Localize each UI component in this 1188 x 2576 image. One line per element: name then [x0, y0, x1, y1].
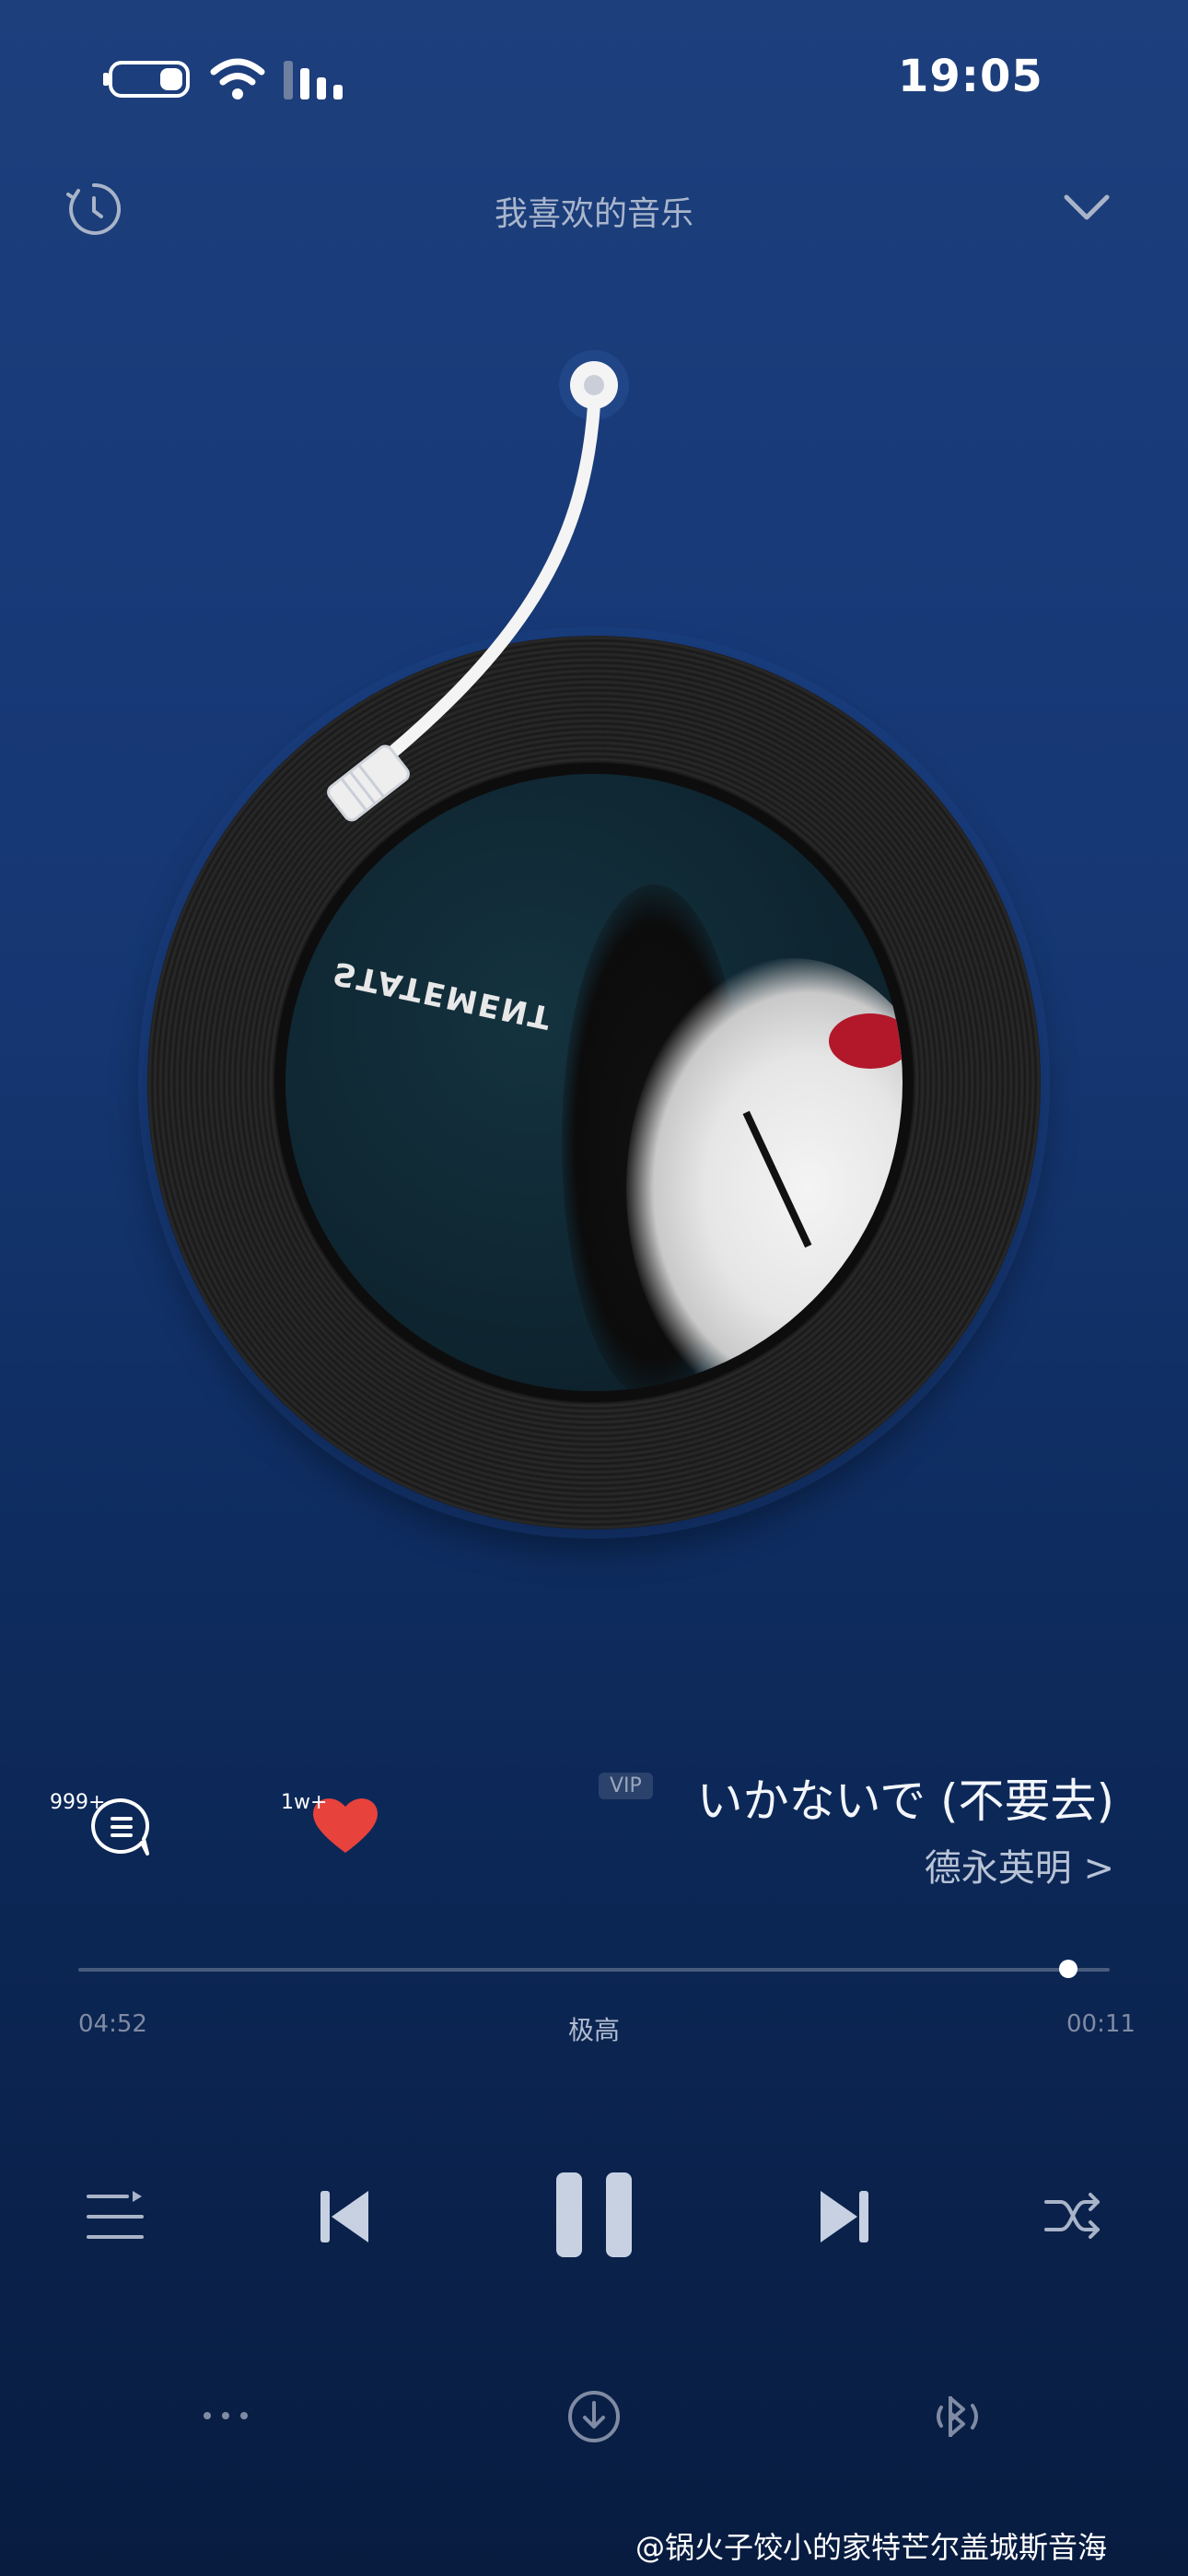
song-title: いかないで (不要去)	[696, 1774, 1114, 1828]
comments-count: 999+	[50, 1791, 106, 1814]
album-cover[interactable]: STATEMENT	[285, 774, 903, 1391]
download-icon[interactable]	[565, 2388, 623, 2445]
next-icon[interactable]	[815, 2185, 874, 2248]
more-icon[interactable]	[198, 2406, 253, 2425]
playlist-icon[interactable]	[83, 2187, 147, 2246]
wifi-icon	[210, 58, 265, 100]
progress-track[interactable]	[78, 1968, 1110, 1972]
chevron-down-icon[interactable]	[1059, 184, 1114, 230]
tonearm[interactable]	[304, 332, 635, 848]
pause-icon[interactable]	[551, 2167, 637, 2263]
status-time: 19:05	[898, 51, 1043, 102]
previous-icon[interactable]	[315, 2185, 374, 2248]
progress-knob[interactable]	[1059, 1960, 1077, 1978]
artist-link[interactable]: 德永英明 >	[755, 1838, 1114, 1891]
quality-label[interactable]: 极高	[0, 2010, 1188, 2047]
battery-icon	[103, 61, 190, 98]
vip-badge: VIP	[599, 1773, 653, 1799]
shuffle-icon[interactable]	[1041, 2184, 1105, 2248]
sound-effect-icon[interactable]	[930, 2391, 987, 2442]
signal-icon	[284, 61, 343, 100]
likes-count: 1w+	[281, 1791, 328, 1814]
cover-lips	[829, 1013, 903, 1069]
playlist-title[interactable]: 我喜欢的音乐	[0, 187, 1188, 235]
cover-title: STATEMENT	[330, 954, 556, 1036]
watermark: @锅火子饺小的家特芒尔盖城斯音海	[635, 2530, 1108, 2565]
